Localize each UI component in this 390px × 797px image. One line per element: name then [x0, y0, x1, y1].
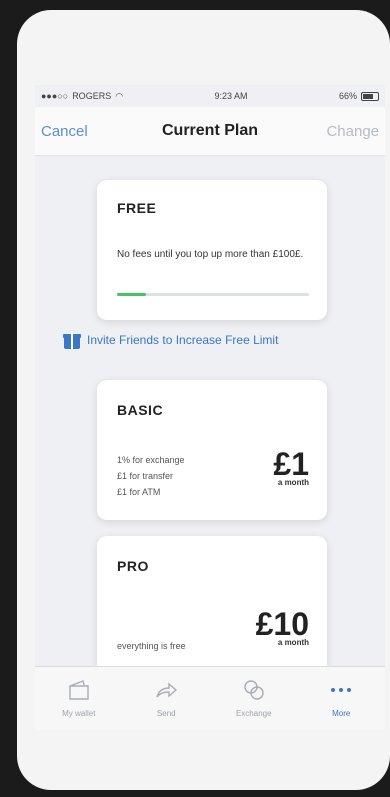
wallet-icon	[66, 677, 92, 703]
battery-percent: 66%	[338, 91, 357, 101]
plan-price: £10 a month	[256, 608, 309, 647]
tab-label: Send	[156, 709, 176, 718]
plan-title: PRO	[117, 558, 149, 574]
invite-friends-link[interactable]: Invite Friends to Increase Free Limit	[63, 331, 278, 349]
free-limit-progress-fill	[117, 293, 146, 296]
more-icon	[328, 677, 354, 703]
battery-icon	[360, 91, 379, 101]
tab-label: Exchange	[235, 709, 272, 718]
gift-icon	[63, 331, 81, 349]
plan-card-basic[interactable]: BASIC 1% for exchange £1 for transfer £1…	[97, 380, 327, 520]
exchange-icon	[241, 677, 267, 703]
free-limit-progress	[117, 293, 309, 296]
wifi-icon: ◠	[115, 90, 124, 101]
price-period: a month	[277, 478, 309, 487]
send-icon	[153, 677, 179, 703]
tab-send[interactable]: Send	[123, 667, 211, 730]
tab-bar: My wallet Send Exchange More	[35, 666, 385, 730]
navigation-bar: Cancel Current Plan Change	[35, 107, 385, 156]
change-button[interactable]: Change	[326, 123, 379, 140]
app-screen: ●●●○○ ROGERS ◠ 9:23 AM 66% Cancel Curren…	[35, 85, 385, 730]
carrier-label: ROGERS	[72, 91, 112, 101]
plan-price: £1 a month	[273, 448, 309, 487]
status-time: 9:23 AM	[214, 91, 248, 101]
plan-description: No fees until you top up more than £100£…	[117, 249, 304, 260]
plan-card-free[interactable]: FREE No fees until you top up more than …	[97, 180, 327, 320]
plans-list: FREE No fees until you top up more than …	[35, 156, 385, 676]
tab-label: More	[332, 709, 351, 718]
feature-line: £1 for transfer	[117, 471, 174, 481]
plan-card-pro[interactable]: PRO everything is free £10 a month	[97, 536, 327, 676]
feature-line: £1 for ATM	[117, 487, 161, 497]
plan-feature: everything is free	[117, 641, 186, 651]
tab-my-wallet[interactable]: My wallet	[35, 667, 123, 730]
status-bar: ●●●○○ ROGERS ◠ 9:23 AM 66%	[35, 85, 385, 107]
tab-label: My wallet	[62, 709, 96, 718]
plan-title: FREE	[117, 200, 157, 216]
signal-icon: ●●●○○	[41, 91, 69, 101]
tab-more[interactable]: More	[298, 667, 386, 730]
feature-line: 1% for exchange	[117, 455, 185, 465]
plan-features: 1% for exchange £1 for transfer £1 for A…	[117, 452, 185, 500]
invite-friends-label: Invite Friends to Increase Free Limit	[87, 333, 279, 347]
tab-exchange[interactable]: Exchange	[210, 667, 298, 730]
plan-title: BASIC	[117, 402, 164, 418]
price-amount: £1	[273, 446, 309, 482]
price-amount: £10	[255, 606, 309, 642]
